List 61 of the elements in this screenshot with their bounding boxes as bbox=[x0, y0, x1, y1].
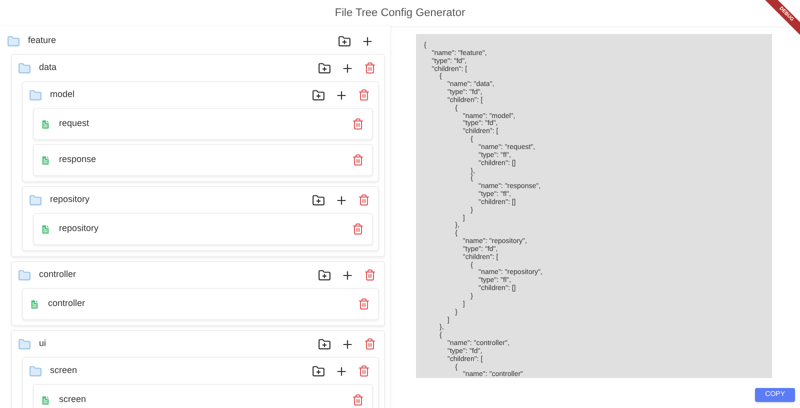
folder-name: model bbox=[50, 88, 75, 102]
delete-button[interactable] bbox=[356, 296, 372, 312]
folder-icon bbox=[29, 364, 42, 378]
folder-plus-icon bbox=[318, 338, 331, 350]
file-icon bbox=[40, 394, 51, 406]
delete-button[interactable] bbox=[356, 192, 372, 208]
trash-icon bbox=[352, 394, 364, 406]
trash-icon bbox=[364, 269, 376, 281]
plus-icon bbox=[335, 364, 348, 378]
plus-icon bbox=[341, 338, 354, 350]
plus-icon bbox=[341, 62, 354, 74]
folder-plus-icon bbox=[318, 62, 331, 74]
folder-plus-icon bbox=[312, 88, 325, 102]
folder-plus-icon bbox=[338, 34, 351, 48]
plus-icon bbox=[335, 194, 348, 206]
folder-icon bbox=[18, 268, 31, 282]
file-name: request bbox=[59, 117, 90, 130]
folder-icon bbox=[29, 88, 42, 102]
file-icon bbox=[29, 298, 40, 310]
trash-icon bbox=[352, 223, 364, 235]
plus-icon bbox=[361, 34, 374, 48]
delete-button[interactable] bbox=[362, 336, 378, 352]
folder-icon bbox=[7, 34, 20, 48]
delete-button[interactable] bbox=[350, 221, 366, 237]
folder-plus-icon bbox=[312, 194, 325, 206]
folder-icon bbox=[29, 194, 42, 206]
trash-icon bbox=[364, 62, 376, 74]
file-name: repository bbox=[59, 222, 99, 236]
folder-icon bbox=[18, 338, 31, 350]
folder-icon bbox=[18, 62, 31, 74]
folder-plus-icon bbox=[312, 364, 325, 378]
delete-button[interactable] bbox=[356, 87, 372, 103]
trash-icon bbox=[358, 194, 370, 206]
folder-name: repository bbox=[50, 193, 90, 206]
delete-button[interactable] bbox=[350, 116, 366, 132]
file-icon bbox=[40, 118, 51, 130]
folder-name: feature bbox=[28, 34, 56, 48]
trash-icon bbox=[364, 338, 376, 350]
folder-name: screen bbox=[50, 364, 78, 378]
delete-button[interactable] bbox=[362, 267, 378, 283]
delete-button[interactable] bbox=[356, 363, 372, 379]
window-title: File Tree Config Generator bbox=[334, 6, 466, 21]
trash-icon bbox=[352, 118, 364, 130]
file-name: screen bbox=[59, 393, 86, 406]
file-name: controller bbox=[48, 297, 86, 310]
folder-name: data bbox=[39, 61, 57, 74]
delete-button[interactable] bbox=[350, 392, 366, 408]
file-name: response bbox=[59, 153, 96, 166]
trash-icon bbox=[358, 365, 370, 377]
folder-name: ui bbox=[39, 337, 46, 350]
delete-button[interactable] bbox=[350, 152, 366, 168]
folder-plus-icon bbox=[318, 268, 331, 282]
plus-icon bbox=[335, 88, 348, 102]
trash-icon bbox=[358, 89, 370, 101]
folder-name: controller bbox=[39, 268, 76, 282]
plus-icon bbox=[341, 268, 354, 282]
trash-icon bbox=[352, 154, 364, 166]
trash-icon bbox=[358, 298, 370, 310]
file-icon bbox=[40, 224, 51, 234]
delete-button[interactable] bbox=[362, 60, 378, 76]
file-icon bbox=[40, 154, 51, 166]
